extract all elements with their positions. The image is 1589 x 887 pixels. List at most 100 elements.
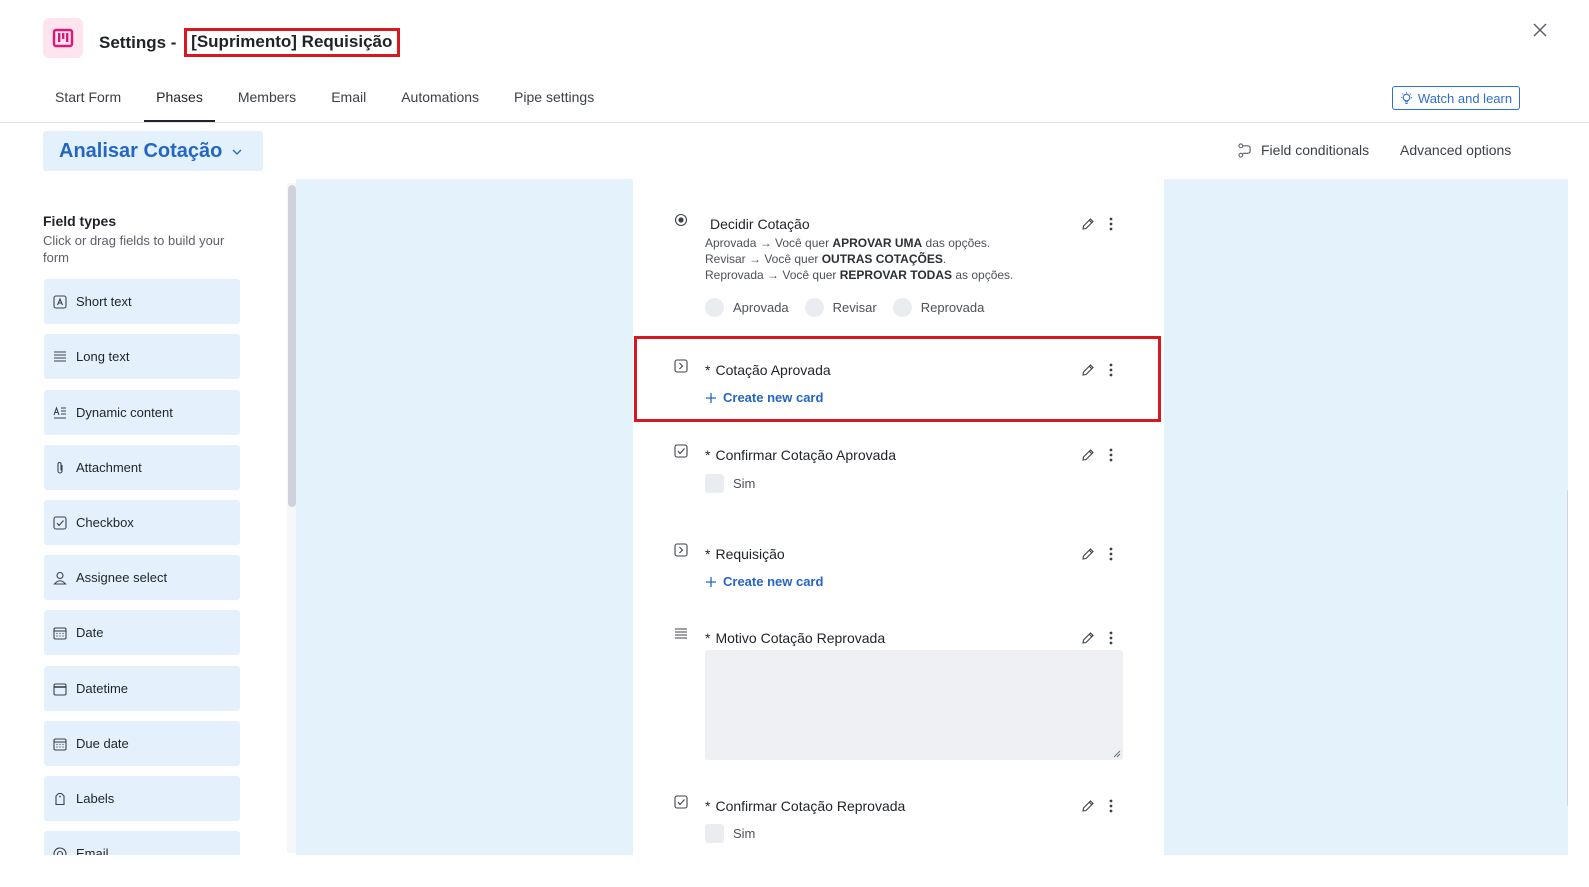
field-type-labels[interactable]: Labels	[44, 776, 240, 821]
field-type-label: Labels	[76, 791, 115, 806]
field-type-date[interactable]: Date	[44, 610, 240, 655]
field-type-label: Due date	[76, 736, 129, 751]
tab-start-form[interactable]: Start Form	[43, 76, 133, 122]
plus-icon	[706, 392, 716, 403]
radio-label: Reprovada	[920, 300, 985, 315]
tab-pipe-settings[interactable]: Pipe settings	[502, 76, 606, 122]
field-type-short-text[interactable]: Short text	[44, 279, 240, 324]
radio-reprovada[interactable]	[892, 298, 912, 317]
field-conditionals-button[interactable]: Field conditionals	[1238, 142, 1369, 158]
field-requisicao[interactable]: * Requisição Create new card	[633, 534, 1164, 614]
lightbulb-icon	[1401, 91, 1412, 104]
field-cotacao-aprovada[interactable]: * Cotação Aprovada Create new card	[633, 336, 1164, 422]
long-text-icon	[54, 350, 66, 362]
field-type-checkbox[interactable]: Checkbox	[44, 500, 240, 545]
settings-tabs: Start Form Phases Members Email Automati…	[43, 76, 617, 122]
pencil-icon[interactable]	[1081, 217, 1095, 231]
tab-phases[interactable]: Phases	[144, 76, 215, 122]
field-type-label: Assignee select	[76, 570, 168, 585]
plus-icon	[706, 576, 716, 587]
field-type-label: Checkbox	[76, 515, 134, 530]
field-label: * Confirmar Cotação Reprovada	[705, 798, 906, 814]
checkbox-sim[interactable]	[705, 824, 724, 843]
watch-and-learn-label: Watch and learn	[1417, 90, 1513, 106]
description-line: Aprovada → Você quer APROVAR UMA das opç…	[705, 236, 991, 250]
phase-name: Analisar Cotação	[59, 139, 223, 162]
pencil-icon[interactable]	[1081, 448, 1095, 462]
checkbox-option: Sim	[705, 824, 755, 843]
create-new-card-button[interactable]: Create new card	[705, 390, 823, 405]
field-type-label: Long text	[76, 349, 130, 364]
advanced-options-button[interactable]: Advanced options	[1400, 142, 1511, 158]
field-confirmar-cotacao-reprovada[interactable]: * Confirmar Cotação Reprovada Sim	[633, 785, 1164, 855]
field-type-long-text[interactable]: Long text	[44, 334, 240, 379]
checkbox-field-icon	[674, 795, 688, 809]
field-type-label: Email	[76, 846, 109, 855]
field-type-email[interactable]: Email	[44, 831, 240, 855]
field-motivo-cotacao-reprovada[interactable]: * Motivo Cotação Reprovada	[633, 619, 1164, 769]
radio-revisar[interactable]	[804, 298, 824, 317]
field-type-label: Date	[76, 625, 104, 640]
tab-email[interactable]: Email	[319, 76, 378, 122]
description-line: Revisar → Você quer OUTRAS COTAÇÕES.	[705, 252, 947, 266]
field-type-attachment[interactable]: Attachment	[44, 445, 240, 490]
more-vertical-icon[interactable]	[1109, 631, 1113, 645]
pipe-logo-icon	[43, 18, 83, 58]
field-type-assignee-select[interactable]: Assignee select	[44, 555, 240, 600]
more-vertical-icon[interactable]	[1109, 363, 1113, 377]
field-confirmar-cotacao-aprovada[interactable]: * Confirmar Cotação Aprovada Sim	[633, 434, 1164, 514]
watch-and-learn-button[interactable]: Watch and learn	[1392, 86, 1520, 110]
checkbox-label: Sim	[733, 476, 756, 491]
pencil-icon[interactable]	[1081, 799, 1095, 813]
more-vertical-icon[interactable]	[1109, 448, 1113, 462]
radio-options: Aprovada Revisar Reprovada	[705, 298, 1000, 317]
tab-automations[interactable]: Automations	[389, 76, 491, 122]
page-scrollbar[interactable]	[1567, 490, 1568, 806]
checkbox-option: Sim	[705, 474, 755, 493]
connection-icon	[674, 543, 688, 557]
field-label: * Cotação Aprovada	[705, 362, 831, 378]
field-decidir-cotacao[interactable]: Decidir Cotação Aprovada → Você quer APR…	[633, 179, 1164, 329]
field-label: Decidir Cotação	[710, 216, 810, 232]
checkbox-field-icon	[674, 444, 688, 458]
pencil-icon[interactable]	[1081, 547, 1095, 561]
create-new-card-button[interactable]: Create new card	[705, 574, 823, 589]
more-vertical-icon[interactable]	[1109, 799, 1113, 813]
tab-members[interactable]: Members	[226, 76, 308, 122]
sidebar-scrollbar[interactable]	[288, 185, 296, 507]
phase-form: Decidir Cotação Aprovada → Você quer APR…	[633, 179, 1164, 855]
field-label: * Requisição	[705, 546, 785, 562]
field-description: Aprovada → Você quer APROVAR UMA das opç…	[705, 235, 1013, 283]
create-new-card-label: Create new card	[723, 390, 824, 405]
more-vertical-icon[interactable]	[1109, 547, 1113, 561]
datetime-icon	[53, 682, 67, 696]
pencil-icon[interactable]	[1081, 631, 1095, 645]
field-type-due-date[interactable]: Due date	[44, 721, 240, 766]
pipe-name-highlight: [Suprimento] Requisição	[184, 28, 401, 57]
field-type-dynamic-content[interactable]: Dynamic content	[44, 390, 240, 435]
field-label: * Confirmar Cotação Aprovada	[705, 447, 896, 463]
close-icon[interactable]	[1530, 20, 1550, 40]
radio-label: Revisar	[832, 300, 877, 315]
field-type-label: Dynamic content	[76, 405, 173, 420]
dynamic-content-icon	[53, 405, 66, 419]
description-line: Reprovada → Você quer REPROVAR TODAS as …	[705, 268, 1014, 282]
tag-icon	[55, 792, 65, 805]
short-text-icon	[53, 294, 67, 309]
resize-handle-icon[interactable]	[1113, 750, 1121, 758]
field-type-datetime[interactable]: Datetime	[44, 666, 240, 711]
checkbox-sim[interactable]	[705, 474, 724, 493]
pencil-icon[interactable]	[1081, 363, 1095, 377]
page-title: Settings - [Suprimento] Requisição	[99, 28, 401, 57]
radio-field-icon	[674, 213, 688, 227]
checkbox-icon	[53, 515, 67, 530]
create-new-card-label: Create new card	[723, 574, 824, 589]
conditional-icon	[1238, 142, 1251, 158]
radio-aprovada[interactable]	[705, 298, 724, 317]
at-icon	[53, 846, 67, 855]
field-label: * Motivo Cotação Reprovada	[705, 630, 886, 646]
more-vertical-icon[interactable]	[1109, 217, 1113, 231]
connection-icon	[674, 359, 688, 373]
long-text-area[interactable]	[705, 650, 1123, 760]
phase-selector[interactable]: Analisar Cotação	[43, 131, 263, 171]
